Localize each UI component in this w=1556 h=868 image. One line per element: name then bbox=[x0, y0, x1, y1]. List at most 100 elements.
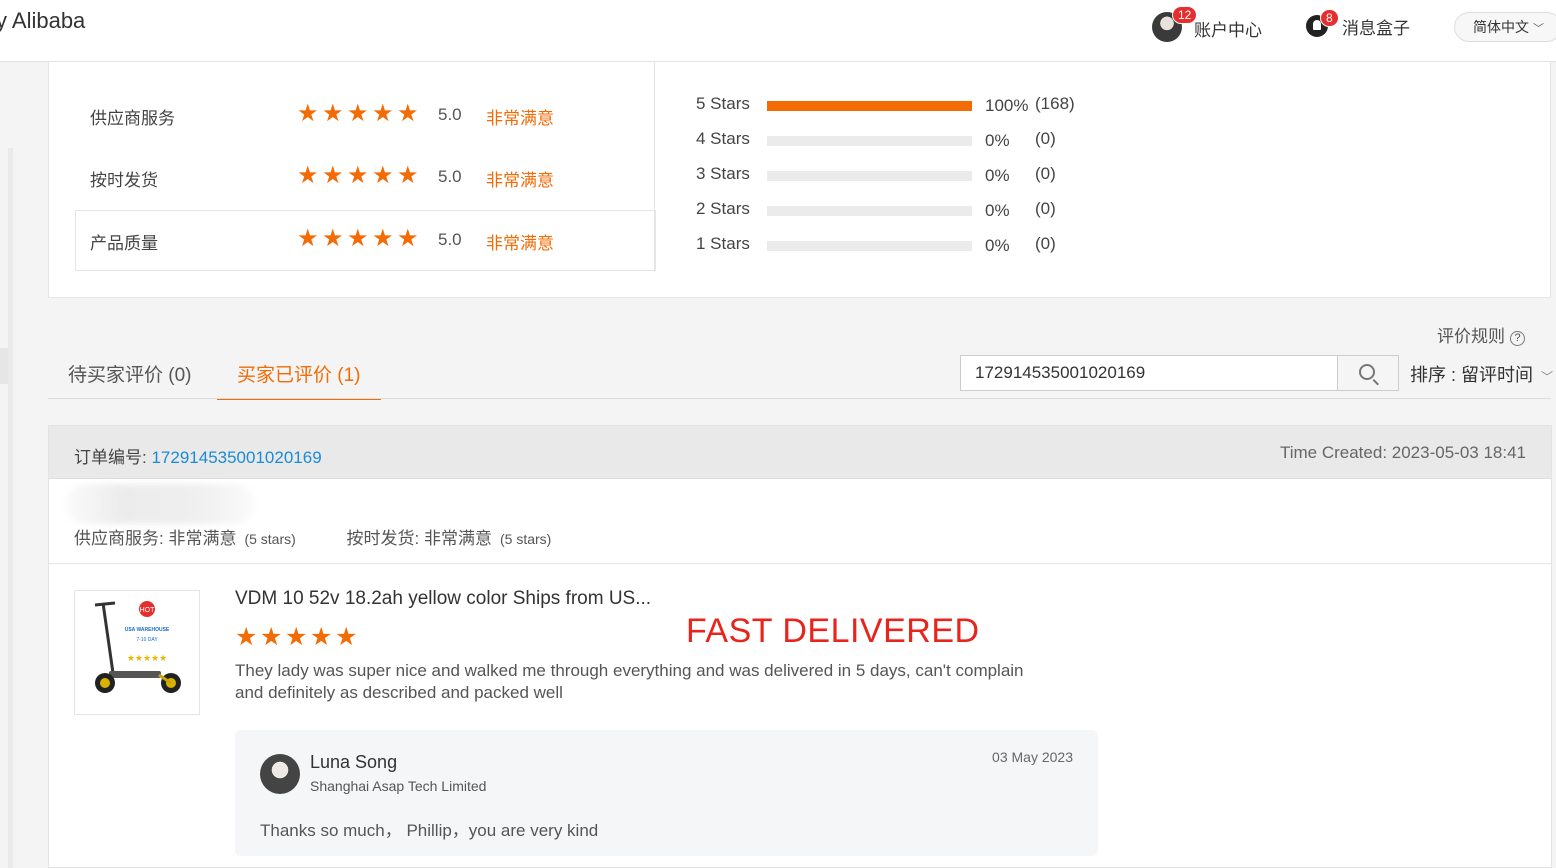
star-icon: ★ bbox=[235, 623, 258, 651]
distribution-row-4: 4 Stars 0% (0) bbox=[696, 127, 1116, 151]
distribution-bar-fill bbox=[767, 101, 972, 111]
rating-label: 供应商服务 bbox=[90, 109, 175, 128]
reply-date: 03 May 2023 bbox=[992, 749, 1073, 765]
rating-breakdown: 供应商服务 ★ ★ ★ ★ ★ 5.0 非常满意 按时发货 ★ ★ ★ ★ ★ 5.0 非常满意… bbox=[49, 62, 656, 298]
distribution-label: 4 Stars bbox=[696, 129, 750, 148]
avatar[interactable]: 12 bbox=[1152, 6, 1198, 42]
review-rules-link[interactable]: 评价规则? bbox=[1437, 322, 1525, 347]
product-title-link[interactable]: VDM 10 52v 18.2ah yellow color Ships fro… bbox=[235, 588, 651, 610]
review-text: They lady was super nice and walked me t… bbox=[235, 661, 1024, 702]
distribution-count: (0) bbox=[1035, 234, 1056, 253]
star-icon: ★ bbox=[347, 225, 369, 252]
distribution-bar bbox=[767, 171, 972, 181]
distribution-count: (0) bbox=[1035, 199, 1056, 218]
sidebar-rail-marker bbox=[0, 348, 8, 384]
distribution-percent: 0% bbox=[985, 201, 1010, 220]
rating-verdict: 非常满意 bbox=[486, 109, 554, 128]
search-button[interactable] bbox=[1337, 355, 1399, 391]
distribution-count: (0) bbox=[1035, 164, 1056, 183]
divider bbox=[654, 62, 655, 272]
star-icon: ★ bbox=[372, 162, 394, 189]
distribution-bar bbox=[767, 101, 972, 111]
sub-rating-supplier-service: 供应商服务: 非常满意 (5 stars) bbox=[74, 524, 296, 549]
distribution-count: (168) bbox=[1035, 94, 1075, 113]
avatar bbox=[260, 754, 300, 794]
annotation-text: FAST DELIVERED bbox=[686, 612, 980, 650]
order-number-link[interactable]: 172914535001020169 bbox=[151, 448, 321, 467]
star-rating: ★ ★ ★ ★ ★ bbox=[297, 164, 422, 188]
distribution-count: (0) bbox=[1035, 129, 1056, 148]
language-select[interactable]: 简体中文 ﹀ bbox=[1454, 12, 1556, 42]
rating-score: 5.0 bbox=[438, 105, 462, 124]
distribution-bar bbox=[767, 241, 972, 251]
order-review-card: 订单编号: 172914535001020169 Time Created: 2… bbox=[48, 425, 1552, 868]
product-thumbnail[interactable]: HOT USA WAREHOUSE 7-10 DAY ★★★★★ bbox=[74, 590, 200, 715]
chevron-down-icon: ﹀ bbox=[1533, 23, 1544, 35]
star-icon: ★ bbox=[260, 623, 283, 651]
review-rules-label[interactable]: 评价规则 bbox=[1437, 327, 1505, 346]
sub-rating-label: 供应商服务: 非常满意 bbox=[74, 529, 237, 548]
message-box-label[interactable]: 消息盒子 bbox=[1342, 14, 1410, 39]
order-number-row: 订单编号: 172914535001020169 bbox=[74, 443, 322, 468]
question-icon[interactable]: ? bbox=[1510, 331, 1525, 346]
sub-rating-stars: (5 stars) bbox=[499, 531, 552, 547]
rating-verdict: 非常满意 bbox=[486, 234, 554, 253]
language-label: 简体中文 bbox=[1473, 19, 1529, 35]
order-header: 订单编号: 172914535001020169 Time Created: 2… bbox=[49, 426, 1551, 479]
star-icon: ★ bbox=[347, 100, 369, 127]
star-icon: ★ bbox=[310, 623, 333, 651]
rating-label: 产品质量 bbox=[90, 234, 158, 253]
star-icon: ★ bbox=[397, 162, 419, 189]
time-created: Time Created: 2023-05-03 18:41 bbox=[1279, 443, 1526, 462]
tab-pending-reviews[interactable]: 待买家评价 (0) bbox=[48, 356, 212, 400]
sub-rating-stars: (5 stars) bbox=[244, 531, 296, 547]
distribution-percent: 0% bbox=[985, 131, 1010, 150]
distribution-label: 3 Stars bbox=[696, 164, 750, 183]
rating-score: 5.0 bbox=[438, 230, 462, 249]
top-bar: y Alibaba 12 账户中心 8 消息盒子 简体中文 ﹀ bbox=[0, 0, 1556, 62]
search-icon bbox=[1359, 364, 1375, 380]
star-icon: ★ bbox=[322, 100, 344, 127]
rating-verdict: 非常满意 bbox=[486, 171, 554, 190]
divider bbox=[49, 563, 1551, 564]
account-badge: 12 bbox=[1172, 6, 1198, 24]
distribution-row-2: 2 Stars 0% (0) bbox=[696, 197, 1116, 221]
messages-badge: 8 bbox=[1320, 8, 1339, 27]
account-center-label[interactable]: 账户中心 bbox=[1194, 16, 1262, 41]
search-input[interactable]: 172914535001020169 bbox=[960, 355, 1338, 391]
distribution-percent: 0% bbox=[985, 166, 1010, 185]
chevron-down-icon: ﹀ bbox=[1541, 370, 1554, 384]
reply-author-name: Luna Song bbox=[310, 752, 398, 772]
tabs-underline bbox=[48, 398, 1551, 399]
thumb-days-text: 7-10 DAY bbox=[136, 637, 158, 643]
distribution-bar bbox=[767, 206, 972, 216]
distribution-row-1: 1 Stars 0% (0) bbox=[696, 232, 1116, 256]
star-icon: ★ bbox=[397, 100, 419, 127]
star-icon: ★ bbox=[297, 225, 319, 252]
buyer-name-blurred bbox=[65, 484, 255, 524]
sort-label: 排序 : 留评时间 bbox=[1410, 365, 1534, 385]
star-rating: ★ ★ ★ ★ ★ bbox=[297, 227, 422, 251]
brand-logo-text[interactable]: y Alibaba bbox=[0, 8, 85, 34]
sidebar-rail bbox=[8, 148, 13, 868]
account-center[interactable]: 12 账户中心 bbox=[1152, 6, 1262, 42]
thumb-hot-text: HOT bbox=[140, 607, 156, 614]
bell-icon[interactable]: 8 bbox=[1306, 8, 1339, 37]
tab-buyer-reviewed[interactable]: 买家已评价 (1) bbox=[217, 356, 381, 400]
distribution-row-3: 3 Stars 0% (0) bbox=[696, 162, 1116, 186]
distribution-row-5: 5 Stars 100% (168) bbox=[696, 92, 1116, 116]
order-sub-ratings: 供应商服务: 非常满意 (5 stars) 按时发货: 非常满意 (5 stars) bbox=[74, 524, 597, 549]
sort-dropdown[interactable]: 排序 : 留评时间 ﹀ bbox=[1410, 361, 1553, 387]
reply-text: Thanks so much， Phillip，you are very kin… bbox=[260, 821, 599, 840]
distribution-label: 5 Stars bbox=[696, 94, 750, 113]
reply-company: Shanghai Asap Tech Limited bbox=[310, 778, 487, 794]
star-icon: ★ bbox=[285, 623, 308, 651]
distribution-label: 1 Stars bbox=[696, 234, 750, 253]
message-box[interactable]: 8 消息盒子 bbox=[1306, 8, 1410, 39]
rating-summary-card: 供应商服务 ★ ★ ★ ★ ★ 5.0 非常满意 按时发货 ★ ★ ★ ★ ★ 5.0 非常满意… bbox=[48, 62, 1551, 298]
star-icon: ★ bbox=[297, 162, 319, 189]
star-icon: ★ bbox=[372, 100, 394, 127]
star-rating: ★ ★ ★ ★ ★ bbox=[297, 102, 422, 126]
star-icon: ★ bbox=[347, 162, 369, 189]
star-icon: ★ bbox=[322, 225, 344, 252]
